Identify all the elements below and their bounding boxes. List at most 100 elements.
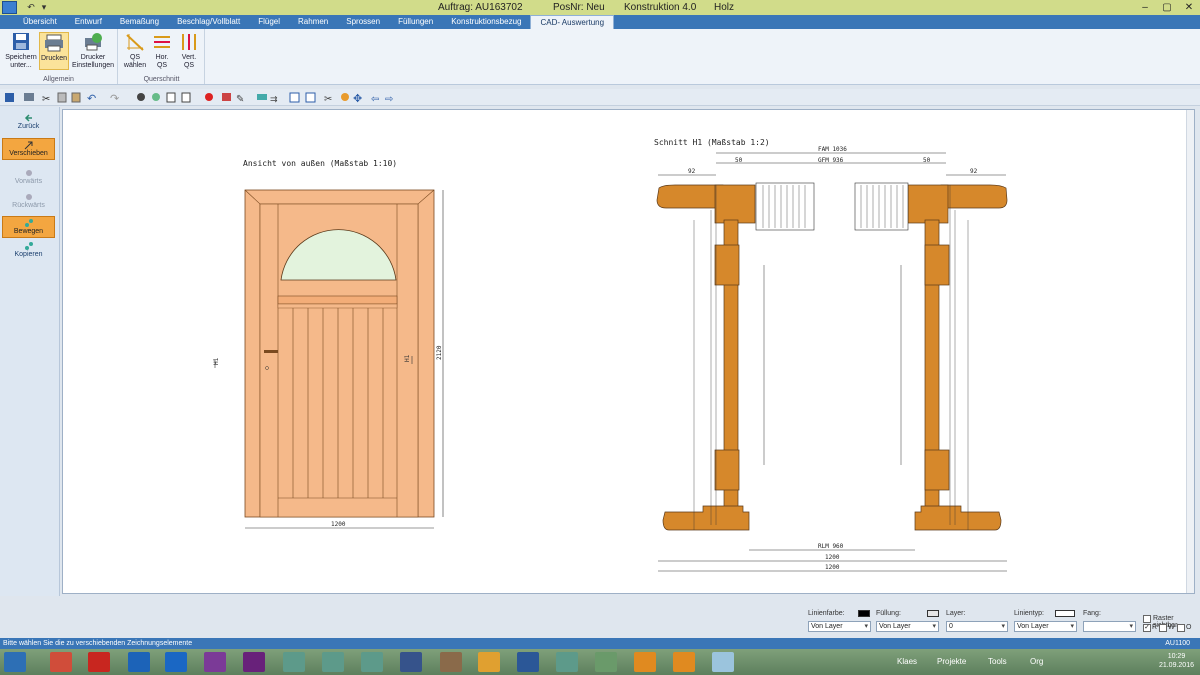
page-icon[interactable]: [181, 92, 191, 103]
tab-bemassung[interactable]: Bemaßung: [111, 15, 168, 29]
arrow-right-icon[interactable]: ⇨: [385, 94, 393, 105]
door-handle[interactable]: [264, 350, 278, 353]
move-icon: [24, 218, 34, 228]
taskbar-projekte[interactable]: Projekte: [937, 657, 966, 666]
save-icon[interactable]: [5, 93, 14, 102]
taskbar-app18-icon[interactable]: [712, 652, 734, 672]
taskbar-app4-icon[interactable]: [165, 652, 187, 672]
snap-select[interactable]: [1083, 621, 1136, 632]
cad-canvas[interactable]: Ansicht von außen (Maßstab 1:10) Schnitt…: [62, 109, 1195, 594]
tab-fluegel[interactable]: Flügel: [249, 15, 289, 29]
comment-icon[interactable]: [222, 93, 231, 101]
fill-select[interactable]: Von Layer: [876, 621, 939, 632]
tab-beschlag[interactable]: Beschlag/Vollblatt: [168, 15, 249, 29]
tab-rahmen[interactable]: Rahmen: [289, 15, 337, 29]
qs-select-button[interactable]: QS wählen: [122, 32, 148, 70]
zoom-fit-icon[interactable]: [289, 92, 300, 103]
start-icon[interactable]: [4, 652, 26, 672]
rotate-icon[interactable]: [341, 93, 349, 101]
line-type-swatch[interactable]: [1055, 610, 1075, 617]
left-tool-panel: Zurück Verschieben Vorwärts Rückwärts Be…: [0, 107, 60, 637]
taskbar-clock[interactable]: 10:29 21.09.2016: [1159, 652, 1194, 670]
taskbar-app9-icon[interactable]: [361, 652, 383, 672]
taskbar-app12-icon[interactable]: [478, 652, 500, 672]
measure-icon[interactable]: [257, 94, 267, 100]
taskbar-app2-icon[interactable]: [88, 652, 110, 672]
layer-select[interactable]: 0: [946, 621, 1008, 632]
copy-icon: [24, 241, 34, 251]
backward-button[interactable]: Rückwärts: [2, 191, 55, 213]
save-as-button[interactable]: Speichern unter...: [4, 32, 38, 70]
section-h1[interactable]: FAM 1036 GFM 936 50 50 92 92 RLM 960 120…: [656, 146, 1008, 572]
back-button[interactable]: Zurück: [2, 112, 55, 134]
cut-icon[interactable]: ✂: [42, 94, 50, 105]
tab-cad-auswertung[interactable]: CAD- Auswertung: [530, 15, 615, 29]
move-button[interactable]: Bewegen: [2, 216, 55, 238]
align-icon[interactable]: ⇉: [270, 94, 278, 104]
zoom-window-icon[interactable]: [305, 92, 316, 103]
arrow-left-icon: [24, 113, 34, 123]
app-icon[interactable]: [2, 1, 17, 14]
taskbar-app17-icon[interactable]: [673, 652, 695, 672]
visual-studio-icon[interactable]: [243, 652, 265, 672]
taskbar-app11-icon[interactable]: [440, 652, 462, 672]
view-icon[interactable]: [137, 93, 145, 101]
document-icon[interactable]: [166, 92, 176, 103]
vertical-scrollbar[interactable]: [1186, 110, 1194, 593]
w-checkbox[interactable]: [1159, 624, 1167, 632]
taskbar-klaes[interactable]: Klaes: [897, 657, 917, 666]
word-icon[interactable]: [517, 652, 539, 672]
taskbar-app16-icon[interactable]: [634, 652, 656, 672]
visibility-icon[interactable]: [152, 93, 160, 101]
tab-fuellungen[interactable]: Füllungen: [389, 15, 442, 29]
scissors-icon[interactable]: ✂: [324, 94, 332, 105]
rail-profile: [277, 303, 398, 309]
door-front-view[interactable]: H1 H1 1200 2120: [213, 189, 444, 529]
print-icon[interactable]: [24, 93, 34, 101]
r-checkbox[interactable]: ✓: [1143, 624, 1151, 632]
taskbar-org[interactable]: Org: [1030, 657, 1043, 666]
edit-icon[interactable]: ✎: [236, 94, 244, 105]
taskbar-app1-icon[interactable]: [50, 652, 72, 672]
arrow-left-icon[interactable]: ⇦: [371, 94, 379, 105]
grid-visible-checkbox[interactable]: [1143, 615, 1151, 623]
undo-icon[interactable]: ↶: [87, 93, 96, 105]
maximize-icon[interactable]: ▢: [1156, 0, 1178, 15]
paste-icon[interactable]: [71, 92, 81, 103]
print-button[interactable]: Drucken: [39, 32, 69, 70]
taskbar-app8-icon[interactable]: [322, 652, 344, 672]
taskbar-app7-icon[interactable]: [283, 652, 305, 672]
copy-button[interactable]: Kopieren: [2, 240, 55, 262]
stop-icon[interactable]: [205, 93, 213, 101]
forward-button[interactable]: Vorwärts: [2, 167, 55, 189]
undo-icon[interactable]: ↶: [26, 2, 36, 12]
shift-button[interactable]: Verschieben: [2, 138, 55, 160]
vert-qs-button[interactable]: Vert. QS: [176, 32, 202, 70]
r-label: R: [1152, 624, 1158, 631]
customize-icon[interactable]: ▾: [39, 2, 49, 12]
line-type-select[interactable]: Von Layer: [1014, 621, 1077, 632]
printer-settings-button[interactable]: Drucker Einstellungen: [71, 32, 115, 70]
redo-icon[interactable]: ↷: [110, 93, 119, 105]
copy-icon[interactable]: [57, 92, 67, 103]
tab-konstruktionsbezug[interactable]: Konstruktionsbezug: [442, 15, 530, 29]
minimize-icon[interactable]: –: [1134, 0, 1156, 15]
outlook-icon[interactable]: [128, 652, 150, 672]
dimension-height-view-label: 2120: [436, 345, 443, 360]
line-color-select[interactable]: Von Layer: [808, 621, 871, 632]
o-checkbox[interactable]: [1177, 624, 1185, 632]
tab-sprossen[interactable]: Sprossen: [337, 15, 389, 29]
onenote-icon[interactable]: [204, 652, 226, 672]
tab-uebersicht[interactable]: Übersicht: [14, 15, 66, 29]
toolbar-icons: ✂ ↶ ↷ ✎ ⇉ ✂ ✥ ⇦ ⇨: [5, 92, 393, 105]
hor-qs-button[interactable]: Hor. QS: [150, 32, 174, 70]
line-color-swatch[interactable]: [858, 610, 870, 617]
taskbar-app10-icon[interactable]: [400, 652, 422, 672]
tab-entwurf[interactable]: Entwurf: [66, 15, 111, 29]
taskbar-tools[interactable]: Tools: [988, 657, 1007, 666]
close-icon[interactable]: ✕: [1178, 0, 1200, 15]
move-icon[interactable]: ✥: [353, 93, 362, 105]
fill-swatch[interactable]: [927, 610, 939, 617]
taskbar-app15-icon[interactable]: [595, 652, 617, 672]
taskbar-app14-icon[interactable]: [556, 652, 578, 672]
